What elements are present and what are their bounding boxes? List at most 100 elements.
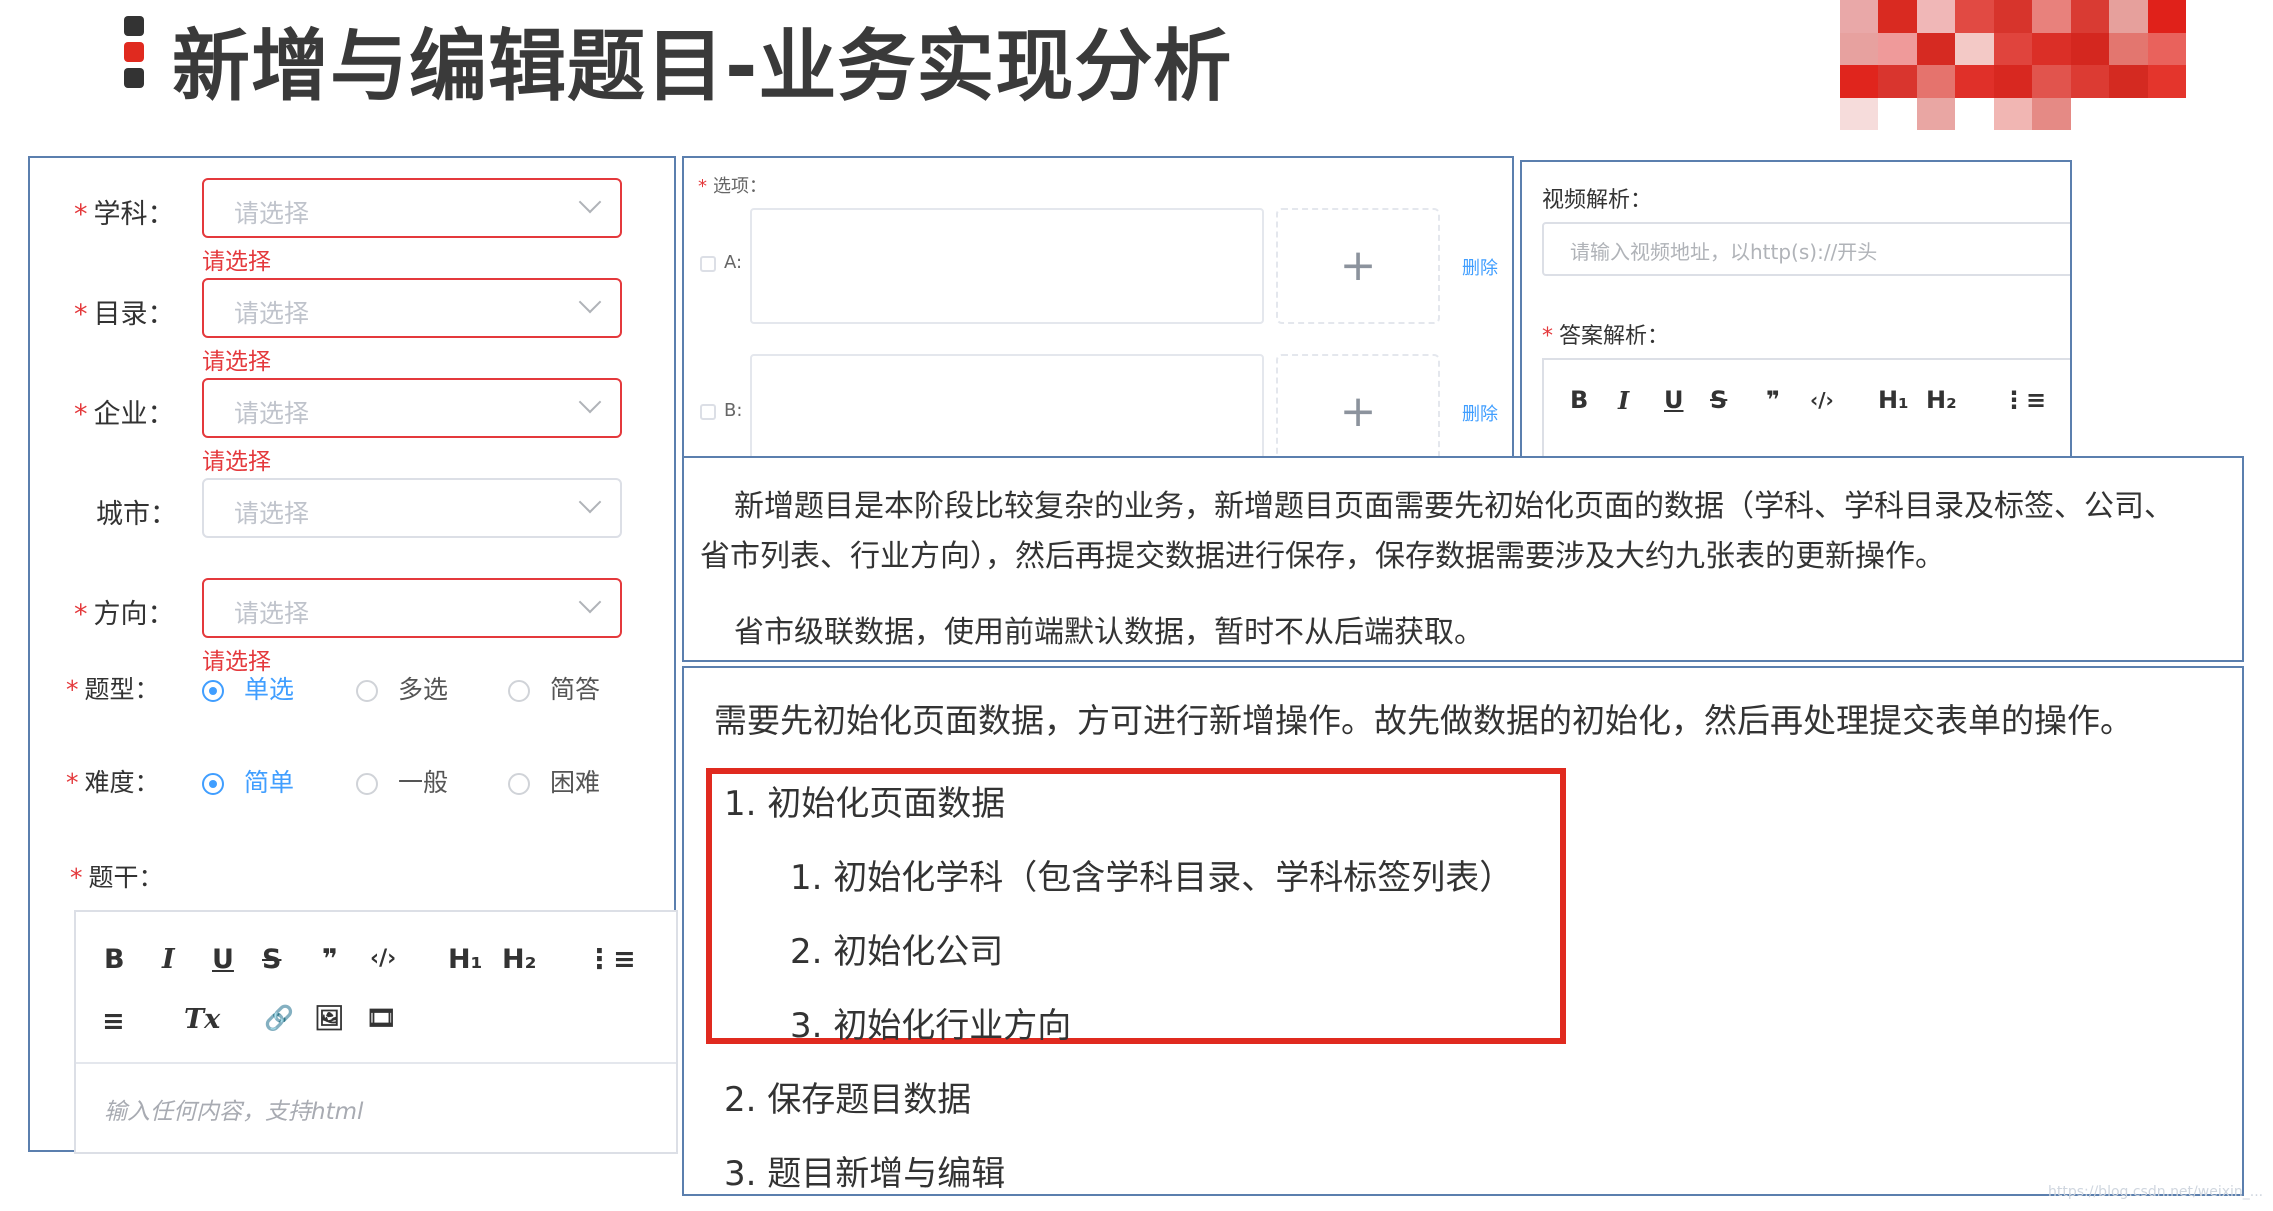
video-url-placeholder: 请输入视频地址，以http(s)://开头 — [1570, 240, 1878, 264]
mark-top — [124, 16, 144, 36]
field-select-2[interactable]: 请选择 — [202, 378, 622, 438]
mosaic-cell — [2032, 97, 2071, 130]
mosaic-cell — [1840, 65, 1879, 98]
h1-button[interactable]: H₁ — [1878, 386, 1909, 414]
field-label-3: 城市： — [96, 499, 177, 530]
mosaic-cell — [2109, 65, 2148, 98]
pixelated-logo — [1840, 0, 2186, 130]
field-error-1: 请选择 — [202, 349, 271, 375]
mosaic-cell — [1993, 0, 2033, 33]
mosaic-cell — [2147, 65, 2186, 98]
option-a-checkbox[interactable] — [700, 256, 716, 272]
mosaic-cell — [2032, 65, 2071, 98]
type-option-short[interactable]: 简答 — [508, 670, 600, 706]
ordered-list-button[interactable]: ⋮≡ — [586, 944, 636, 975]
difficulty-option-hard[interactable]: 困难 — [508, 763, 600, 799]
image-icon[interactable]: 🖼 — [314, 1004, 344, 1032]
video-url-input[interactable]: 请输入视频地址，以http(s)://开头 — [1542, 222, 2070, 276]
answer-analysis-label: * 答案解析： — [1542, 324, 1670, 349]
mark-middle — [124, 42, 144, 62]
step-1-1: 1. 初始化学科（包含学科目录、学科标签列表） — [790, 858, 1514, 898]
select-placeholder: 请选择 — [234, 299, 310, 328]
mosaic-cell — [1840, 0, 1879, 33]
field-label-4: * 方向： — [74, 599, 175, 630]
field-select-0[interactable]: 请选择 — [202, 178, 622, 238]
stem-editor-input[interactable]: 输入任何内容，支持html — [104, 1092, 363, 1126]
mosaic-cell — [1878, 65, 1917, 98]
link-icon[interactable]: 🔗 — [264, 1004, 294, 1032]
option-b-upload[interactable]: + — [1276, 354, 1440, 458]
step-1-3: 3. 初始化行业方向 — [790, 1006, 1072, 1046]
mark-bottom — [124, 68, 144, 88]
step-1: 1. 初始化页面数据 — [724, 784, 1006, 824]
clear-format-button[interactable]: Tx — [184, 1004, 220, 1035]
field-label-1: * 目录： — [74, 299, 175, 330]
radio-icon — [508, 773, 530, 795]
step-2: 2. 保存题目数据 — [724, 1080, 972, 1120]
underline-button[interactable]: U — [212, 944, 234, 975]
title-marks — [124, 16, 146, 94]
code-button[interactable]: ‹/› — [1810, 388, 1834, 412]
video-icon[interactable]: 🎞 — [366, 1004, 396, 1032]
quote-button[interactable]: ❞ — [1766, 386, 1780, 414]
options-label: * 选项： — [698, 176, 767, 197]
step-3: 3. 题目新增与编辑 — [724, 1154, 1006, 1194]
analysis-panel: 视频解析： 请输入视频地址，以http(s)://开头 * 答案解析： B I U… — [1520, 160, 2072, 460]
code-button[interactable]: ‹/› — [370, 946, 396, 971]
mosaic-cell — [1916, 65, 1956, 98]
underline-button[interactable]: U — [1664, 386, 1684, 414]
mosaic-cell — [1840, 32, 1879, 65]
bold-button[interactable]: B — [1570, 386, 1588, 414]
field-select-1[interactable]: 请选择 — [202, 278, 622, 338]
mosaic-cell — [2070, 65, 2110, 98]
select-placeholder: 请选择 — [234, 599, 310, 628]
mosaic-cell — [1916, 97, 1956, 130]
chevron-down-icon — [578, 490, 602, 514]
description-box: 新增题目是本阶段比较复杂的业务，新增题目页面需要先初始化页面的数据（学科、学科目… — [682, 456, 2244, 662]
mosaic-cell — [2032, 0, 2071, 33]
radio-icon — [356, 680, 378, 702]
editor-divider — [76, 1062, 676, 1064]
align-button[interactable]: ≡ — [102, 1006, 125, 1037]
option-a-input[interactable] — [750, 208, 1264, 324]
h1-button[interactable]: H₁ — [448, 944, 482, 975]
mosaic-cell — [1955, 0, 1994, 33]
option-a-delete[interactable]: 删除 — [1462, 254, 1498, 280]
italic-button[interactable]: I — [1618, 386, 1629, 415]
option-b-delete[interactable]: 删除 — [1462, 400, 1498, 426]
mosaic-cell — [1878, 0, 1917, 33]
mosaic-cell — [2070, 32, 2110, 65]
h2-button[interactable]: H₂ — [502, 944, 536, 975]
type-option-single[interactable]: 单选 — [202, 670, 294, 706]
ordered-list-button[interactable]: ⋮≡ — [2002, 386, 2046, 414]
type-option-multi[interactable]: 多选 — [356, 670, 448, 706]
quote-button[interactable]: ❞ — [322, 944, 338, 975]
radio-icon — [356, 773, 378, 795]
option-b-input[interactable] — [750, 354, 1264, 458]
difficulty-option-medium[interactable]: 一般 — [356, 763, 448, 799]
option-a-upload[interactable]: + — [1276, 208, 1440, 324]
select-placeholder: 请选择 — [234, 199, 310, 228]
steps-intro: 需要先初始化页面数据，方可进行新增操作。故先做数据的初始化，然后再处理提交表单的… — [714, 701, 2133, 740]
mosaic-cell — [1955, 32, 1994, 65]
strike-button[interactable]: S — [262, 944, 281, 975]
answer-editor: B I U S ❞ ‹/› H₁ H₂ ⋮≡ — [1542, 358, 2070, 458]
field-error-2: 请选择 — [202, 449, 271, 475]
strike-button[interactable]: S — [1710, 386, 1727, 414]
difficulty-option-easy[interactable]: 简单 — [202, 763, 294, 799]
video-analysis-label: 视频解析： — [1542, 188, 1653, 213]
field-select-3[interactable]: 请选择 — [202, 478, 622, 538]
option-b-checkbox[interactable] — [700, 404, 716, 420]
mosaic-cell — [2109, 0, 2148, 33]
chevron-down-icon — [578, 290, 602, 314]
field-label-0: * 学科： — [74, 199, 175, 230]
steps-box: 需要先初始化页面数据，方可进行新增操作。故先做数据的初始化，然后再处理提交表单的… — [682, 666, 2244, 1196]
bold-button[interactable]: B — [104, 944, 125, 975]
mosaic-cell — [2109, 32, 2148, 65]
mosaic-cell — [1878, 32, 1917, 65]
chevron-down-icon — [578, 190, 602, 214]
italic-button[interactable]: I — [162, 944, 175, 975]
radio-icon — [202, 773, 224, 795]
field-select-4[interactable]: 请选择 — [202, 578, 622, 638]
h2-button[interactable]: H₂ — [1926, 386, 1957, 414]
